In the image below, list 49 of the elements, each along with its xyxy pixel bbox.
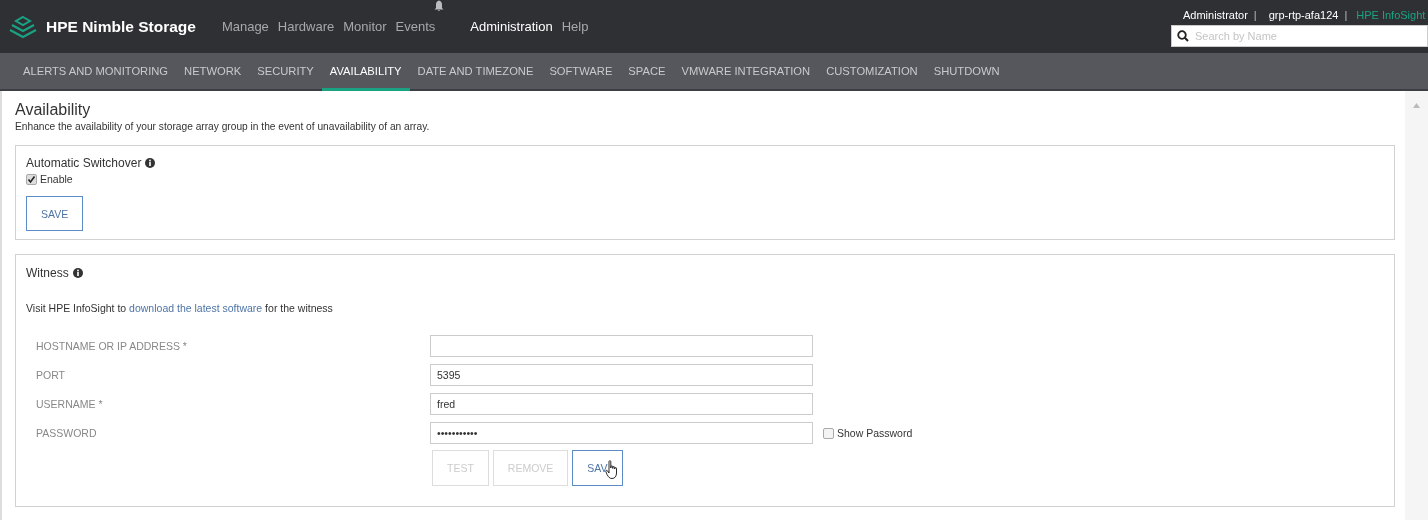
input-field[interactable]: ••••••••••• bbox=[430, 422, 813, 444]
search-icon bbox=[1177, 29, 1189, 42]
scrollbar[interactable] bbox=[1405, 91, 1428, 520]
nav-link[interactable]: Manage bbox=[221, 19, 269, 34]
tab[interactable]: CUSTOMIZATION bbox=[818, 53, 926, 91]
nav-link[interactable]: Administration bbox=[470, 19, 553, 34]
tab[interactable]: AVAILABILITY bbox=[321, 53, 410, 91]
separator: | bbox=[1253, 8, 1257, 21]
tab[interactable]: SECURITY bbox=[249, 53, 322, 91]
section-title: Automatic Switchover bbox=[26, 156, 142, 170]
stacked-layers-icon bbox=[8, 14, 38, 39]
field-label: USERNAME * bbox=[35, 398, 104, 410]
tab[interactable]: DATE AND TIMEZONE bbox=[409, 53, 542, 91]
info-icon[interactable] bbox=[72, 268, 83, 278]
input-field[interactable] bbox=[430, 335, 813, 357]
save-button[interactable]: SAVE bbox=[26, 196, 84, 231]
tab[interactable]: SHUTDOWN bbox=[925, 53, 1008, 91]
checkbox[interactable] bbox=[26, 173, 37, 185]
tab[interactable]: VMWARE INTEGRATION bbox=[673, 53, 819, 91]
field-label: PORT bbox=[35, 369, 66, 381]
nav-link[interactable]: Hardware bbox=[277, 19, 335, 34]
checkbox[interactable] bbox=[823, 427, 834, 439]
separator: | bbox=[1344, 8, 1348, 21]
nav-link[interactable]: Help bbox=[561, 19, 589, 34]
page-title: Availability bbox=[15, 101, 92, 119]
tab[interactable]: ALERTS AND MONITORING bbox=[15, 53, 177, 91]
witness-intro: Visit HPE InfoSight to download the latest software for the witness bbox=[26, 302, 334, 314]
page-description: Enhance the availability of your storage array group in the event of unavailability of an array. bbox=[15, 121, 431, 132]
form-button[interactable]: SAV bbox=[572, 450, 623, 486]
checkbox-label: Enable bbox=[40, 173, 73, 185]
tab[interactable]: NETWORK bbox=[176, 53, 250, 91]
nav-link[interactable]: Monitor bbox=[343, 19, 387, 34]
checkbox-label: Show Password bbox=[837, 427, 913, 439]
info-icon[interactable] bbox=[145, 158, 156, 168]
nav-link[interactable]: Events bbox=[395, 19, 436, 34]
group-name: grp-rtp-afa124 bbox=[1268, 8, 1339, 21]
user-name[interactable]: Administrator bbox=[1183, 8, 1248, 21]
input-field[interactable]: fred bbox=[430, 393, 813, 415]
field-label: HOSTNAME OR IP ADDRESS * bbox=[35, 340, 188, 352]
bell-icon[interactable] bbox=[433, 0, 444, 12]
brand-name: HPE Nimble Storage bbox=[46, 17, 196, 36]
search-field[interactable]: Search by Name bbox=[1171, 24, 1428, 47]
download-link[interactable]: download the latest software bbox=[129, 302, 263, 314]
section-title: Witness bbox=[26, 266, 69, 280]
tab[interactable]: SOFTWARE bbox=[541, 53, 621, 91]
tab[interactable]: SPACE bbox=[620, 53, 674, 91]
infosight-link[interactable]: HPE InfoSight bbox=[1356, 8, 1426, 21]
field-label: PASSWORD bbox=[35, 427, 98, 439]
input-field[interactable]: 5395 bbox=[430, 364, 813, 386]
